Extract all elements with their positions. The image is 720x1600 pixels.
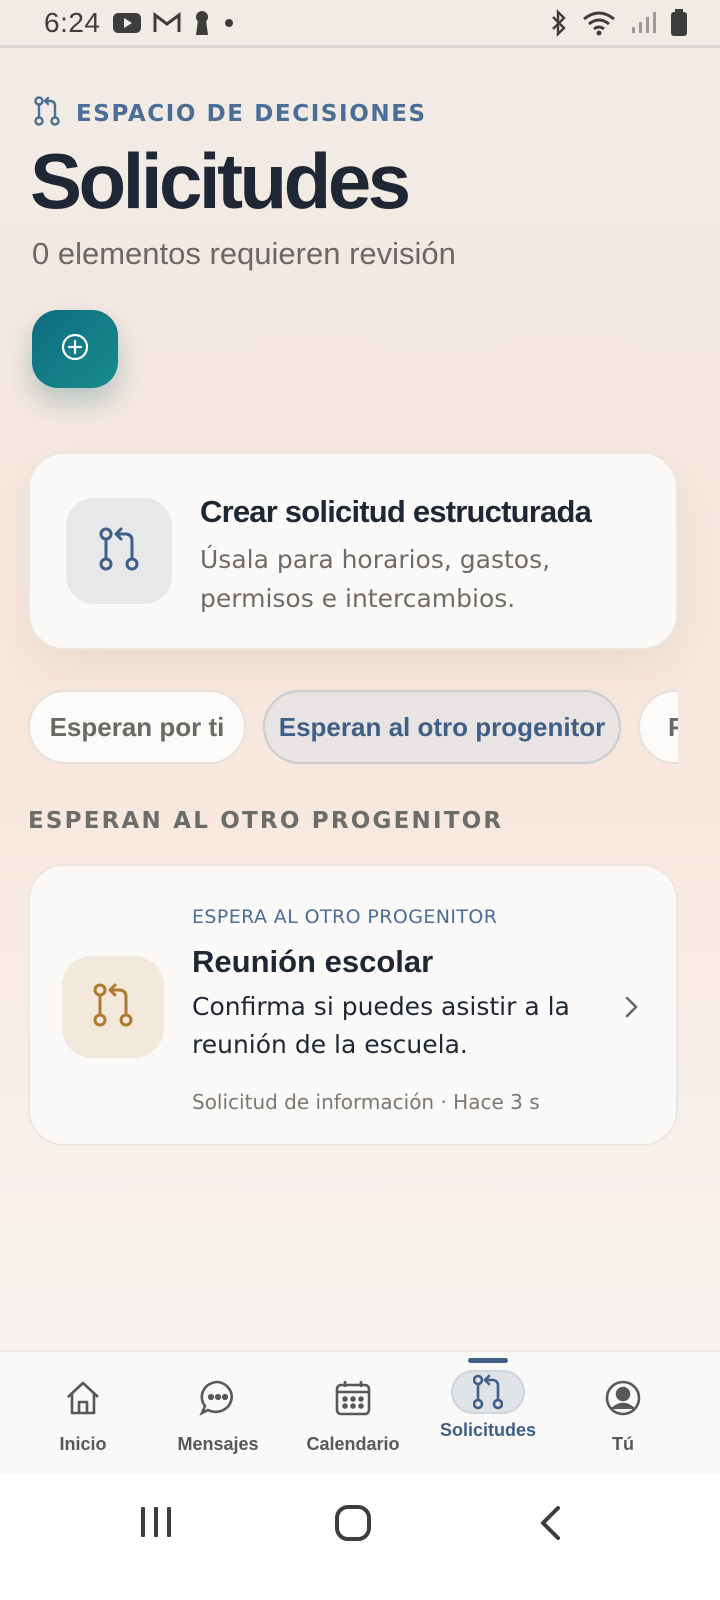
nav-item-solicitudes[interactable]: Solicitudes: [420, 1352, 556, 1476]
back-button[interactable]: [538, 1504, 564, 1547]
user-icon: [604, 1376, 642, 1420]
chevron-right-icon: [620, 992, 642, 1027]
section-eyebrow: ESPACIO DE DECISIONES: [34, 96, 427, 131]
nav-label-inicio: Inicio: [59, 1434, 107, 1454]
nav-label-mensajes: Mensajes: [177, 1434, 259, 1454]
pull-request-icon: [451, 1370, 525, 1414]
page-title: Solicitudes: [30, 137, 411, 225]
home-icon: [64, 1376, 102, 1420]
page-subtitle: 0 elementos requieren revisión: [32, 236, 456, 271]
add-request-button[interactable]: [32, 310, 118, 388]
wifi-icon: [582, 10, 616, 36]
calendar-icon: [334, 1376, 372, 1420]
section-label: ESPERAN AL OTRO PROGENITOR: [28, 808, 504, 834]
nav-label-solicitudes: Solicitudes: [439, 1420, 537, 1440]
request-card[interactable]: ESPERA AL OTRO PROGENITOR Reunión escola…: [28, 864, 678, 1146]
filter-chips: Esperan por ti Esperan al otro progenito…: [28, 690, 678, 766]
request-description: Confirma si puedes asistir a la reunión …: [192, 992, 570, 1059]
nav-label-tu: Tú: [612, 1434, 634, 1454]
create-card-icon-box: [66, 498, 172, 604]
system-navigation-bar: [0, 1474, 720, 1600]
pull-request-icon: [34, 96, 60, 131]
signal-icon: [630, 11, 656, 35]
nav-item-mensajes[interactable]: Mensajes: [150, 1352, 286, 1476]
nav-item-tu[interactable]: Tú: [555, 1352, 691, 1476]
eyebrow-label: ESPACIO DE DECISIONES: [76, 100, 427, 127]
gmail-icon: [153, 11, 181, 34]
home-button[interactable]: [334, 1504, 372, 1547]
bluetooth-icon: [550, 8, 568, 37]
chat-icon: [199, 1376, 237, 1420]
plus-circle-icon: [60, 332, 90, 367]
filter-chip-waiting-for-you[interactable]: Esperan por ti: [28, 690, 246, 764]
nav-label-calendario: Calendario: [306, 1434, 400, 1454]
request-status: ESPERA AL OTRO PROGENITOR: [192, 906, 498, 928]
filter-chip-waiting-other-parent[interactable]: Esperan al otro progenitor: [263, 690, 621, 764]
filter-chip-partial[interactable]: R: [638, 690, 678, 764]
status-bar: 6:24: [0, 0, 720, 48]
status-left: 6:24: [44, 7, 235, 39]
request-icon-box: [62, 956, 164, 1058]
create-card-description: Úsala para horarios, gastos, permisos e …: [200, 545, 551, 613]
status-time: 6:24: [44, 6, 101, 38]
youtube-icon: [112, 12, 141, 33]
nav-item-calendario[interactable]: Calendario: [285, 1352, 421, 1476]
battery-icon: [670, 8, 688, 37]
create-card-title: Crear solicitud estructurada: [200, 494, 592, 529]
request-meta: Solicitud de información · Hace 3 s: [192, 1090, 540, 1114]
request-title: Reunión escolar: [192, 944, 434, 979]
recents-button[interactable]: [138, 1504, 174, 1545]
keyhole-icon: [193, 10, 211, 36]
pull-request-icon: [93, 982, 133, 1033]
status-right: [550, 8, 688, 37]
pull-request-icon: [99, 526, 139, 577]
nav-item-inicio[interactable]: Inicio: [15, 1352, 151, 1476]
dot-icon: [223, 17, 235, 29]
create-request-card[interactable]: Crear solicitud estructurada Úsala para …: [28, 452, 678, 650]
bottom-navigation: Inicio Mensajes Calendario Solicitudes T…: [0, 1350, 720, 1474]
